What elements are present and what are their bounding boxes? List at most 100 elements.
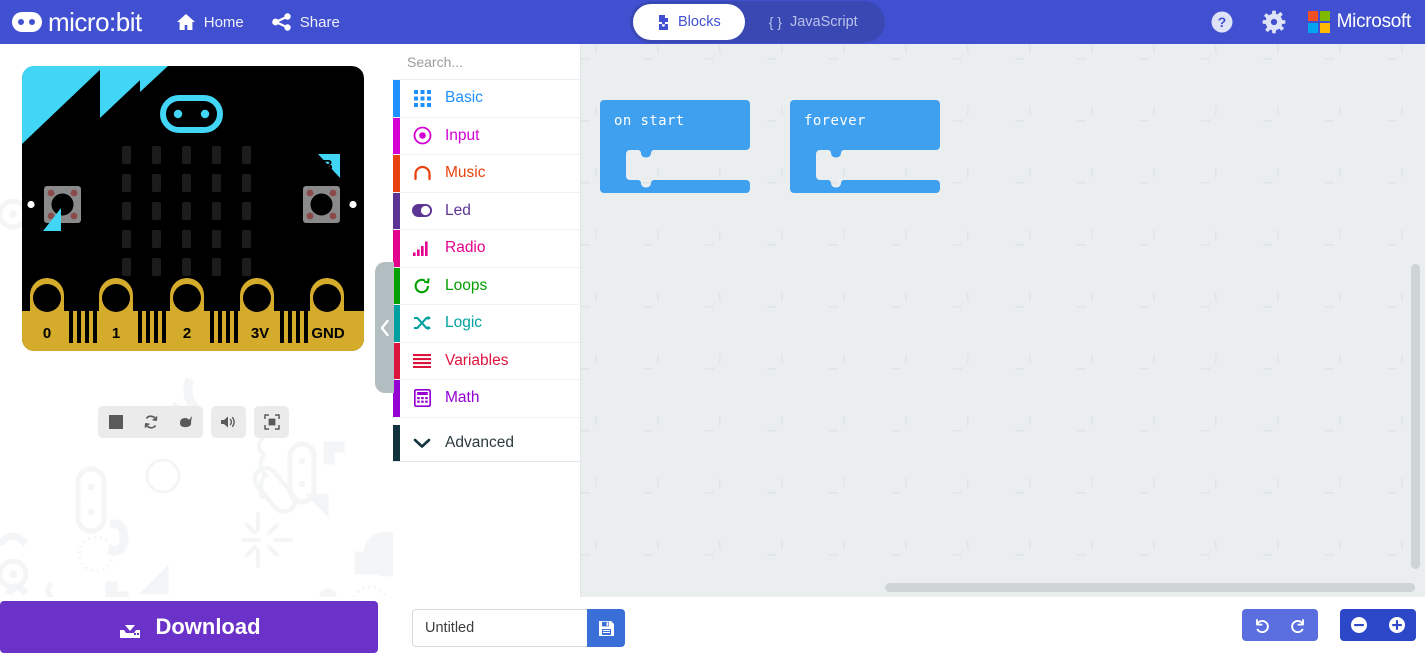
toolbox-category-music[interactable]: Music xyxy=(393,155,580,193)
project-name-input[interactable] xyxy=(412,609,587,647)
signal-bars-icon xyxy=(412,238,432,258)
category-color-stripe xyxy=(393,80,400,117)
workspace-vertical-scrollbar[interactable] xyxy=(1411,264,1420,569)
microbit-logo-icon xyxy=(12,12,42,32)
category-color-stripe xyxy=(393,305,400,342)
zoom-group xyxy=(1340,609,1416,641)
tab-blocks[interactable]: Blocks xyxy=(633,4,745,40)
download-icon xyxy=(120,616,141,638)
save-button[interactable] xyxy=(587,609,625,647)
redo-arrow-icon xyxy=(1291,619,1304,633)
block-on-start[interactable]: on start xyxy=(600,96,752,204)
brand[interactable]: micro:bit xyxy=(12,0,142,44)
braces-icon: { } xyxy=(768,14,782,30)
gear-icon xyxy=(1262,10,1286,34)
category-color-stripe xyxy=(393,424,400,461)
svg-text:A: A xyxy=(52,235,63,252)
project-name-group xyxy=(412,609,625,647)
search-input[interactable] xyxy=(407,53,588,70)
settings-button[interactable] xyxy=(1248,0,1300,44)
block-label: forever xyxy=(804,113,866,129)
category-color-stripe xyxy=(393,192,400,229)
chevron-down-icon xyxy=(412,433,432,453)
category-label: Led xyxy=(445,201,471,219)
microsoft-logo[interactable]: Microsoft xyxy=(1307,11,1411,33)
zoom-in-button[interactable] xyxy=(1378,609,1416,641)
undo-button[interactable] xyxy=(1242,609,1280,641)
stop-button[interactable] xyxy=(98,406,133,438)
speaker-icon xyxy=(220,416,235,428)
minus-circle-icon xyxy=(1351,617,1367,633)
home-icon xyxy=(176,13,196,31)
nav-share-label: Share xyxy=(299,13,340,31)
nav-share[interactable]: Share xyxy=(258,0,354,44)
toolbox-category-input[interactable]: Input xyxy=(393,117,580,155)
toolbox-category-led[interactable]: Led xyxy=(393,192,580,230)
blocks-workspace[interactable]: on start forever xyxy=(581,44,1425,597)
share-icon xyxy=(271,13,292,31)
toolbox-collapse-handle[interactable] xyxy=(375,262,394,393)
stop-square-icon xyxy=(108,415,123,429)
tab-javascript[interactable]: { } JavaScript xyxy=(745,4,882,40)
undo-redo-group xyxy=(1242,609,1318,641)
question-circle-icon: ? xyxy=(1211,11,1233,33)
toolbox-category-math[interactable]: Math xyxy=(393,380,580,418)
shuffle-arrows-icon xyxy=(412,313,432,333)
help-button[interactable]: ? xyxy=(1196,0,1248,44)
simulator-controls xyxy=(98,406,289,438)
toolbox-category-loops[interactable]: Loops xyxy=(393,267,580,305)
download-label: Download xyxy=(155,614,261,639)
app-footer: Download xyxy=(0,597,1425,653)
editor-tabs: Blocks { } JavaScript xyxy=(630,0,885,44)
redo-button[interactable] xyxy=(1280,609,1318,641)
loop-arrow-icon xyxy=(412,276,432,296)
zoom-out-button[interactable] xyxy=(1340,609,1378,641)
simulator-panel: A B 0 1 2 3V GND xyxy=(0,44,393,597)
toolbox-divider xyxy=(393,417,580,425)
svg-text:3V: 3V xyxy=(251,325,269,342)
app-header: micro:bit Home Share Blocks {} JavaScri… xyxy=(0,0,1425,44)
category-label: Basic xyxy=(445,89,483,107)
makecode-editor: micro:bit Home Share Blocks {} JavaScri… xyxy=(0,0,1425,653)
mute-button[interactable] xyxy=(211,406,246,438)
svg-text:?: ? xyxy=(1217,14,1226,30)
nav-home[interactable]: Home xyxy=(162,0,258,44)
download-button[interactable]: Download xyxy=(0,601,378,653)
microbit-board[interactable]: A B 0 1 2 3V GND xyxy=(22,66,364,351)
lines-icon xyxy=(412,351,432,371)
nav-home-label: Home xyxy=(203,13,244,31)
block-forever[interactable]: forever xyxy=(790,96,942,204)
toolbox: Basic Input Music xyxy=(393,44,588,597)
svg-text:2: 2 xyxy=(183,325,191,342)
svg-text:0: 0 xyxy=(43,325,51,342)
category-label: Math xyxy=(445,389,480,407)
toolbox-category-variables[interactable]: Variables xyxy=(393,342,580,380)
header-actions: ? Microsoft xyxy=(1196,0,1425,44)
toolbox-category-logic[interactable]: Logic xyxy=(393,305,580,343)
debug-button[interactable] xyxy=(168,406,203,438)
fullscreen-button[interactable] xyxy=(254,406,289,438)
toolbox-search[interactable] xyxy=(393,44,588,80)
calculator-icon xyxy=(412,388,432,408)
category-label: Radio xyxy=(445,239,486,257)
category-label: Logic xyxy=(445,314,483,332)
svg-text:B: B xyxy=(322,157,333,174)
toolbox-category-basic[interactable]: Basic xyxy=(393,80,580,118)
category-color-stripe xyxy=(393,380,400,417)
floppy-disk-icon xyxy=(598,620,614,636)
toggle-icon xyxy=(412,201,432,221)
expand-icon xyxy=(263,414,280,430)
svg-text:GND: GND xyxy=(311,325,345,342)
brand-label: micro:bit xyxy=(48,7,142,37)
headphones-icon xyxy=(412,163,432,183)
category-color-stripe xyxy=(393,342,400,379)
workspace-horizontal-scrollbar[interactable] xyxy=(885,583,1415,592)
restart-button[interactable] xyxy=(133,406,168,438)
toolbox-category-advanced[interactable]: Advanced xyxy=(393,424,580,462)
toolbox-category-radio[interactable]: Radio xyxy=(393,230,580,268)
grid-dots-icon xyxy=(412,88,432,108)
category-label: Input xyxy=(445,126,480,144)
category-label: Music xyxy=(445,164,486,182)
debug-bug-icon xyxy=(179,416,192,428)
chevron-left-icon xyxy=(380,319,389,336)
